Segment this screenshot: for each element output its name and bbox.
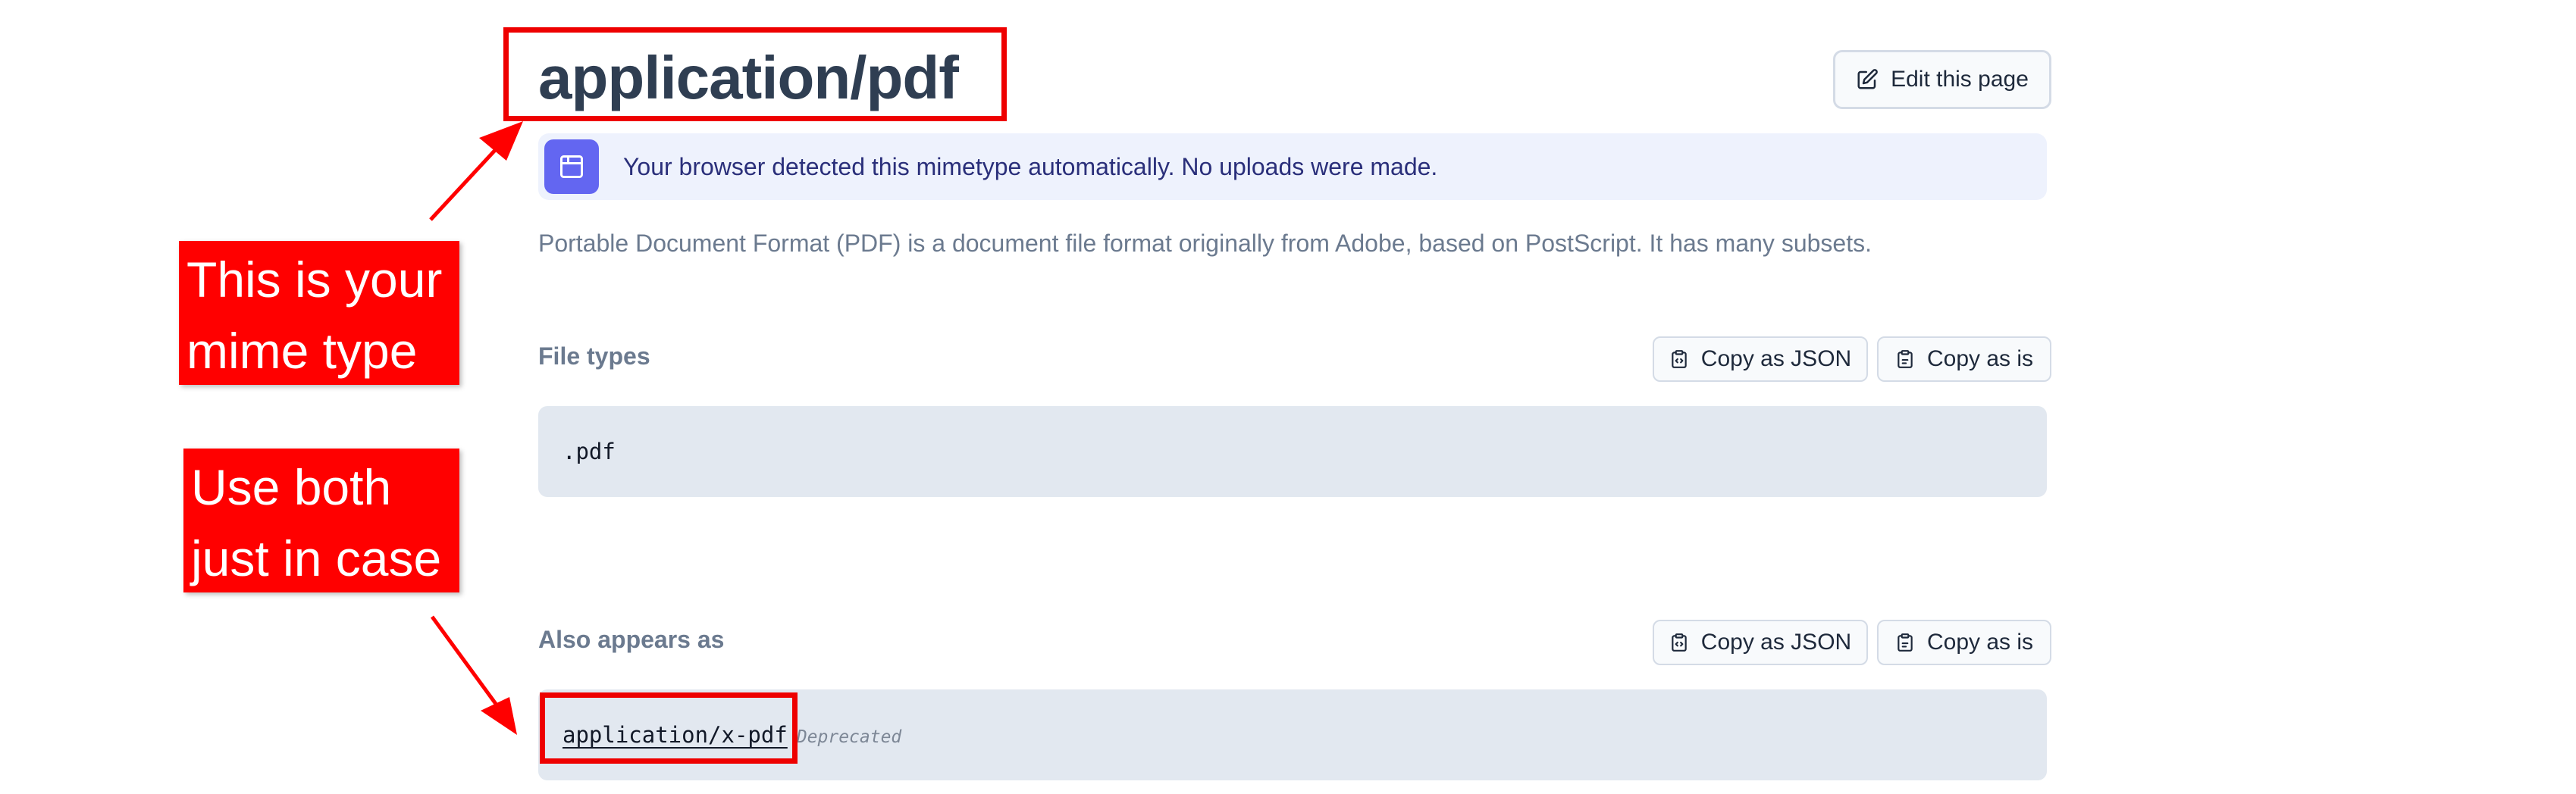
annotation-note-use-both: Use both just in case [183,449,459,592]
file-extension: .pdf [563,439,616,464]
file-types-copy-as-is-button[interactable]: Copy as is [1877,336,2051,382]
clipboard-icon [1898,633,1913,652]
edit-page-label: Edit this page [1891,67,2029,92]
file-types-copy-json-button[interactable]: Copy as JSON [1653,336,1868,382]
alias-list-item: application/x-pdf Deprecated [563,689,901,780]
file-types-code-block: .pdf [538,406,2047,497]
clipboard-icon [1898,350,1913,368]
annotation-line: Use both [191,459,392,515]
edit-pencil-icon [1857,69,1878,89]
file-types-heading: File types [538,342,650,370]
arrow-to-title [429,121,523,221]
annotation-arrows [429,121,523,735]
alias-mimetype-link[interactable]: application/x-pdf [563,722,788,748]
copy-json-label: Copy as JSON [1700,346,1852,371]
arrow-to-alias [430,615,517,735]
banner-text: Your browser detected this mimetype auto… [623,153,1438,180]
copy-json-label: Copy as JSON [1700,630,1852,655]
edit-page-button[interactable]: Edit this page [1833,50,2051,109]
copy-as-is-label: Copy as is [1926,346,2034,371]
browser-window-icon [544,139,599,194]
clipboard-icon [1672,633,1687,652]
aliases-copy-as-is-button[interactable]: Copy as is [1877,620,2051,665]
annotation-line: mime type [186,323,418,379]
deprecated-badge: Deprecated [796,727,902,747]
aliases-copy-json-button[interactable]: Copy as JSON [1653,620,1868,665]
annotation-line: just in case [191,530,442,586]
detection-banner: Your browser detected this mimetype auto… [538,133,2047,200]
clipboard-icon [1672,350,1687,368]
mimetype-description: Portable Document Format (PDF) is a docu… [538,230,1872,257]
aliases-code-block: application/x-pdf Deprecated [538,689,2047,780]
page-title: application/pdf [538,44,959,111]
also-appears-as-heading: Also appears as [538,626,725,653]
annotation-note-mime-type: This is your mime type [179,241,459,385]
annotation-line: This is your [186,252,443,308]
copy-as-is-label: Copy as is [1926,630,2034,655]
